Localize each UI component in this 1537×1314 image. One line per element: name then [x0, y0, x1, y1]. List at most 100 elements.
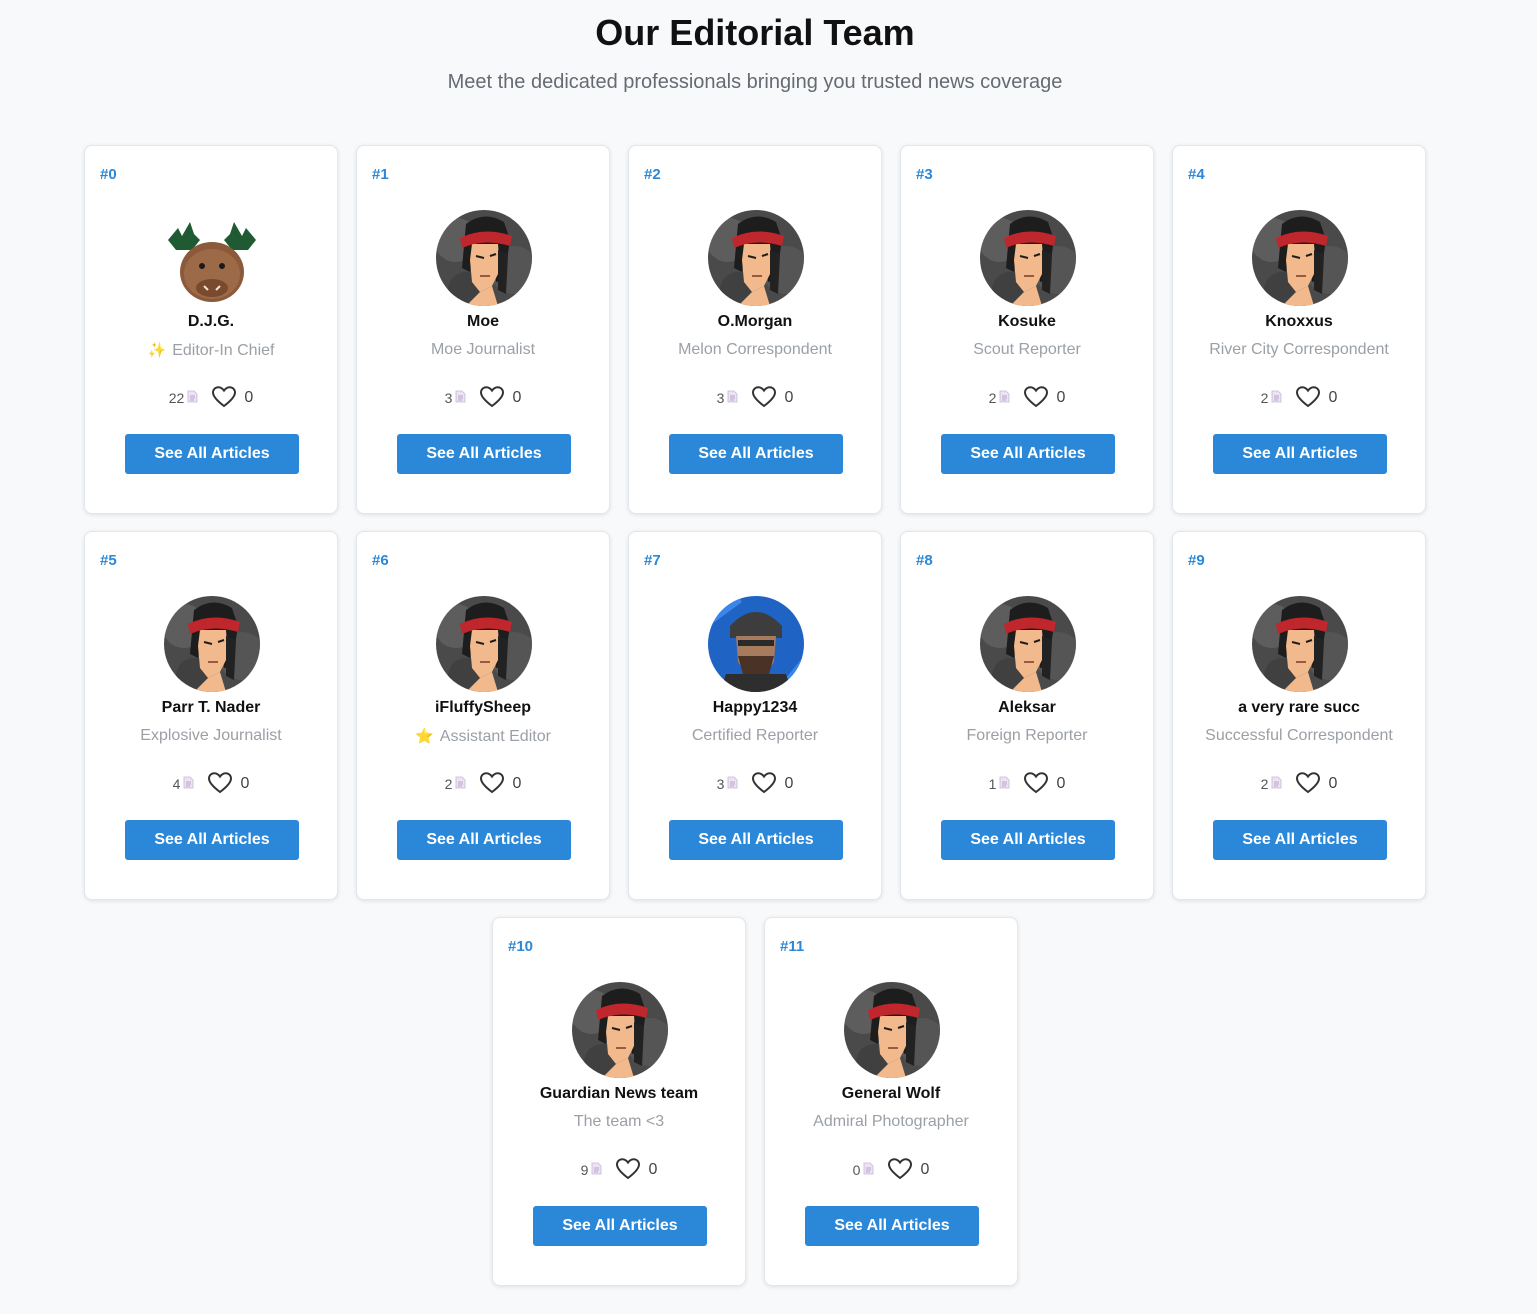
like-count: 0	[512, 389, 522, 406]
like-button[interactable]: 0	[1296, 771, 1337, 797]
team-member-card: #5 Parr T. Nader Explosive Journalist 4 …	[84, 531, 338, 900]
like-count: 0	[1056, 775, 1066, 792]
see-all-articles-button[interactable]: See All Articles	[669, 820, 843, 860]
see-all-articles-button[interactable]: See All Articles	[941, 820, 1115, 860]
heart-icon[interactable]	[616, 1157, 641, 1183]
rank-label: #11	[780, 938, 805, 955]
see-all-articles-button[interactable]: See All Articles	[125, 434, 299, 474]
heart-icon[interactable]	[1024, 385, 1049, 411]
heart-icon[interactable]	[1296, 385, 1321, 411]
member-role: Admiral Photographer	[765, 1113, 1017, 1131]
star-icon: ⭐	[415, 728, 434, 745]
like-button[interactable]: 0	[752, 385, 793, 411]
article-count: 4	[173, 776, 195, 792]
rank-label: #5	[100, 552, 117, 569]
rank-label: #3	[916, 166, 933, 183]
see-all-articles-button[interactable]: See All Articles	[397, 820, 571, 860]
article-count-value: 1	[988, 776, 997, 792]
heart-icon[interactable]	[480, 385, 505, 411]
member-role: Explosive Journalist	[85, 727, 337, 745]
heart-icon[interactable]	[888, 1157, 913, 1183]
role-text: Admiral Photographer	[813, 1113, 969, 1130]
member-role: ⭐ Assistant Editor	[357, 727, 609, 746]
role-text: Certified Reporter	[691, 727, 819, 744]
role-text: Successful Correspondent	[1205, 727, 1393, 744]
heart-icon[interactable]	[752, 385, 777, 411]
document-icon	[999, 390, 1010, 406]
like-count: 0	[1328, 389, 1338, 406]
member-stats: 2 0	[1173, 385, 1425, 411]
article-count-value: 0	[852, 1162, 861, 1178]
article-count-value: 2	[1260, 776, 1269, 792]
like-button[interactable]: 0	[212, 385, 253, 411]
heart-icon[interactable]	[1296, 771, 1321, 797]
heart-icon[interactable]	[1024, 771, 1049, 797]
heart-icon[interactable]	[208, 771, 233, 797]
team-member-card: #4 Knoxxus River City Correspondent 2 0	[1172, 145, 1426, 514]
team-member-card: #9 a very rare succ Successful Correspon…	[1172, 531, 1426, 900]
team-member-card: #0 D.J.G. ✨ Editor-In Chief 22 0 See All …	[84, 145, 338, 514]
like-button[interactable]: 0	[616, 1157, 657, 1183]
rank-label: #2	[644, 166, 661, 183]
member-name: Parr T. Nader	[161, 699, 261, 716]
role-text: Editor-In Chief	[172, 342, 275, 359]
like-button[interactable]: 0	[1024, 385, 1065, 411]
see-all-articles-button[interactable]: See All Articles	[941, 434, 1115, 474]
member-stats: 9 0	[493, 1157, 745, 1183]
member-stats: 2 0	[1173, 771, 1425, 797]
rank-label: #6	[372, 552, 389, 569]
team-member-card: #6 iFluffySheep ⭐ Assistant Editor 2 0 S…	[356, 531, 610, 900]
heart-icon[interactable]	[752, 771, 777, 797]
like-button[interactable]: 0	[888, 1157, 929, 1183]
document-icon	[183, 776, 194, 792]
article-count: 3	[445, 390, 467, 406]
member-role: Foreign Reporter	[901, 727, 1153, 745]
document-icon	[455, 776, 466, 792]
member-name: D.J.G.	[187, 313, 235, 330]
member-name: Guardian News team	[539, 1085, 699, 1102]
member-stats: 0 0	[765, 1157, 1017, 1183]
like-button[interactable]: 0	[1024, 771, 1066, 797]
heart-icon[interactable]	[480, 771, 505, 797]
see-all-articles-button[interactable]: See All Articles	[669, 434, 843, 474]
article-count-value: 3	[444, 390, 453, 406]
bandana-warrior-avatar	[844, 982, 940, 1078]
like-button[interactable]: 0	[480, 771, 522, 797]
document-icon	[863, 1162, 874, 1178]
like-button[interactable]: 0	[208, 771, 250, 797]
role-text: The team <3	[573, 1113, 665, 1130]
heart-icon[interactable]	[212, 385, 237, 411]
bandana-warrior-avatar	[436, 210, 532, 306]
see-all-articles-button[interactable]: See All Articles	[1213, 434, 1387, 474]
like-button[interactable]: 0	[1296, 385, 1338, 411]
like-count: 0	[240, 775, 250, 792]
article-count: 1	[989, 776, 1011, 792]
member-role: Successful Correspondent	[1173, 727, 1425, 745]
role-text: Moe Journalist	[430, 341, 536, 358]
role-text: Explosive Journalist	[140, 727, 282, 744]
article-count: 2	[989, 390, 1011, 406]
like-count: 0	[512, 775, 522, 792]
see-all-articles-button[interactable]: See All Articles	[1213, 820, 1387, 860]
member-stats: 3 0	[629, 385, 881, 411]
rank-label: #1	[372, 166, 389, 183]
member-role: The team <3	[493, 1113, 745, 1131]
like-button[interactable]: 0	[480, 385, 522, 411]
rank-label: #7	[644, 552, 661, 569]
article-count-value: 2	[1260, 390, 1269, 406]
article-count-value: 9	[580, 1162, 589, 1178]
see-all-articles-button[interactable]: See All Articles	[125, 820, 299, 860]
article-count-value: 2	[988, 390, 997, 406]
bandana-warrior-avatar	[436, 596, 532, 692]
rank-label: #10	[508, 938, 534, 955]
member-name: O.Morgan	[717, 313, 793, 330]
like-button[interactable]: 0	[752, 771, 793, 797]
document-icon	[727, 776, 738, 792]
team-member-card: #8 Aleksar Foreign Reporter 1 0 See All …	[900, 531, 1154, 900]
see-all-articles-button[interactable]: See All Articles	[533, 1206, 707, 1246]
team-member-card: #3 Kosuke Scout Reporter 2 0 See All Art…	[900, 145, 1154, 514]
see-all-articles-button[interactable]: See All Articles	[397, 434, 571, 474]
rank-label: #8	[916, 552, 933, 569]
see-all-articles-button[interactable]: See All Articles	[805, 1206, 979, 1246]
article-count: 0	[853, 1162, 875, 1178]
